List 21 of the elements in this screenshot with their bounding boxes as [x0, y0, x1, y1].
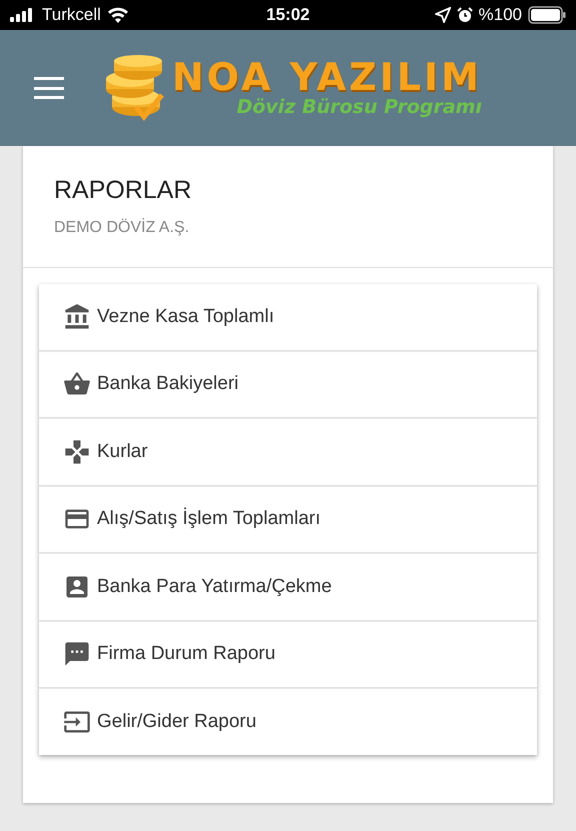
report-menu-item[interactable]: Gelir/Gider Raporu — [39, 689, 537, 754]
battery-percent: %100 — [478, 5, 522, 25]
report-menu-item[interactable]: Firma Durum Raporu — [39, 622, 537, 687]
company-name: DEMO DÖVİZ A.Ş. — [54, 219, 190, 237]
report-menu-item[interactable]: Banka Bakiyeleri — [39, 352, 537, 417]
wifi-icon — [106, 7, 129, 23]
battery-icon — [528, 6, 566, 24]
report-menu-item[interactable]: Vezne Kasa Toplamlı — [39, 284, 537, 350]
report-menu-item[interactable]: Alış/Satış İşlem Toplamları — [39, 486, 537, 552]
report-menu-item[interactable]: Banka Para Yatırma/Çekme — [39, 554, 537, 620]
page-title: RAPORLAR — [54, 176, 193, 205]
alarm-clock-icon — [456, 7, 473, 23]
logo-subtitle: Döviz Bürosu Programı — [236, 96, 482, 118]
report-menu-item[interactable]: Kurlar — [39, 419, 537, 484]
bank-icon — [63, 302, 91, 331]
logo-title: NOA YAZILIM — [172, 58, 482, 96]
location-arrow-icon — [434, 7, 451, 23]
carrier-name: Turkcell — [42, 5, 101, 25]
clock-time: 15:02 — [266, 5, 310, 25]
menu-button[interactable] — [34, 77, 64, 99]
gamepad-icon — [63, 438, 91, 466]
